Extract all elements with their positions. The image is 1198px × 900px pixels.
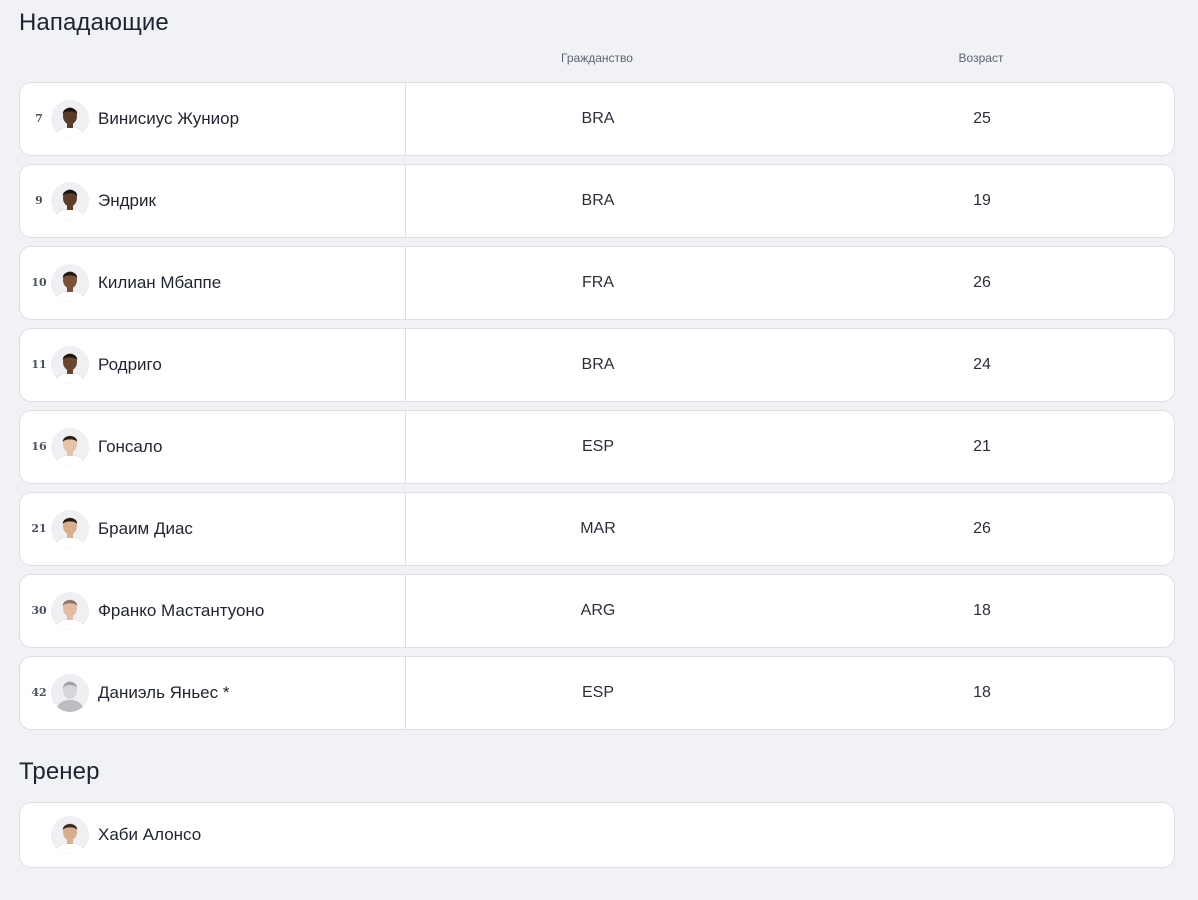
player-age: 26	[973, 520, 991, 537]
coach-name[interactable]: Хаби Алонсо	[98, 803, 201, 867]
player-cell[interactable]: 30 Франко Мастантуоно	[20, 575, 406, 647]
section-title-coach: Тренер	[19, 758, 100, 785]
player-nationality: BRA	[581, 110, 615, 127]
player-age: 24	[973, 356, 991, 373]
column-header-age: Возраст	[958, 51, 1004, 65]
player-avatar	[51, 264, 89, 302]
player-name[interactable]: Родриго	[98, 329, 162, 401]
player-name[interactable]: Килиан Мбаппе	[98, 247, 221, 319]
player-row[interactable]: 21 Браим Диас MAR 26	[19, 492, 1175, 566]
player-cell[interactable]: 7 Винисиус Жуниор	[20, 83, 406, 155]
player-name[interactable]: Эндрик	[98, 165, 156, 237]
player-avatar	[51, 346, 89, 384]
player-row[interactable]: 30 Франко Мастантуоно ARG 18	[19, 574, 1175, 648]
player-row[interactable]: 42 Даниэль Яньес * ESP 18	[19, 656, 1175, 730]
player-age: 21	[973, 438, 991, 455]
player-age: 25	[973, 110, 991, 127]
player-name[interactable]: Винисиус Жуниор	[98, 83, 239, 155]
player-row[interactable]: 9 Эндрик BRA 19	[19, 164, 1175, 238]
player-name[interactable]: Даниэль Яньес *	[98, 657, 229, 729]
player-avatar	[51, 592, 89, 630]
player-avatar	[51, 182, 89, 220]
coach-avatar	[51, 816, 89, 854]
player-nationality: ESP	[581, 684, 615, 701]
player-avatar	[51, 674, 89, 712]
player-name[interactable]: Браим Диас	[98, 493, 193, 565]
player-age: 19	[973, 192, 991, 209]
player-name[interactable]: Гонсало	[98, 411, 162, 483]
player-nationality: MAR	[580, 520, 616, 537]
player-age: 18	[973, 602, 991, 619]
player-cell[interactable]: 21 Браим Диас	[20, 493, 406, 565]
player-name[interactable]: Франко Мастантуоно	[98, 575, 264, 647]
player-cell[interactable]: 10 Килиан Мбаппе	[20, 247, 406, 319]
section-title-forwards: Нападающие	[19, 9, 169, 36]
column-header-nationality: Гражданство	[561, 51, 633, 65]
player-cell[interactable]: 42 Даниэль Яньес *	[20, 657, 406, 729]
player-avatar	[51, 510, 89, 548]
player-nationality: ESP	[581, 438, 615, 455]
player-cell[interactable]: 9 Эндрик	[20, 165, 406, 237]
player-cell[interactable]: 16 Гонсало	[20, 411, 406, 483]
player-nationality: BRA	[581, 192, 615, 209]
player-row[interactable]: 10 Килиан Мбаппе FRA 26	[19, 246, 1175, 320]
player-cell[interactable]: 11 Родриго	[20, 329, 406, 401]
player-nationality: FRA	[582, 274, 614, 291]
players-list: 7 Винисиус Жуниор BRA 25 9 Эндрик BRA 19 10 Килиа…	[19, 82, 1175, 738]
player-age: 18	[973, 684, 991, 701]
coach-row[interactable]: Хаби Алонсо	[19, 802, 1175, 868]
player-avatar	[51, 428, 89, 466]
player-row[interactable]: 11 Родриго BRA 24	[19, 328, 1175, 402]
player-row[interactable]: 16 Гонсало ESP 21	[19, 410, 1175, 484]
player-nationality: ARG	[580, 602, 616, 619]
player-age: 26	[973, 274, 991, 291]
player-avatar	[51, 100, 89, 138]
squad-page: Нападающие Гражданство Возраст 7 Винисиус…	[0, 0, 1198, 900]
player-nationality: BRA	[581, 356, 615, 373]
player-row[interactable]: 7 Винисиус Жуниор BRA 25	[19, 82, 1175, 156]
